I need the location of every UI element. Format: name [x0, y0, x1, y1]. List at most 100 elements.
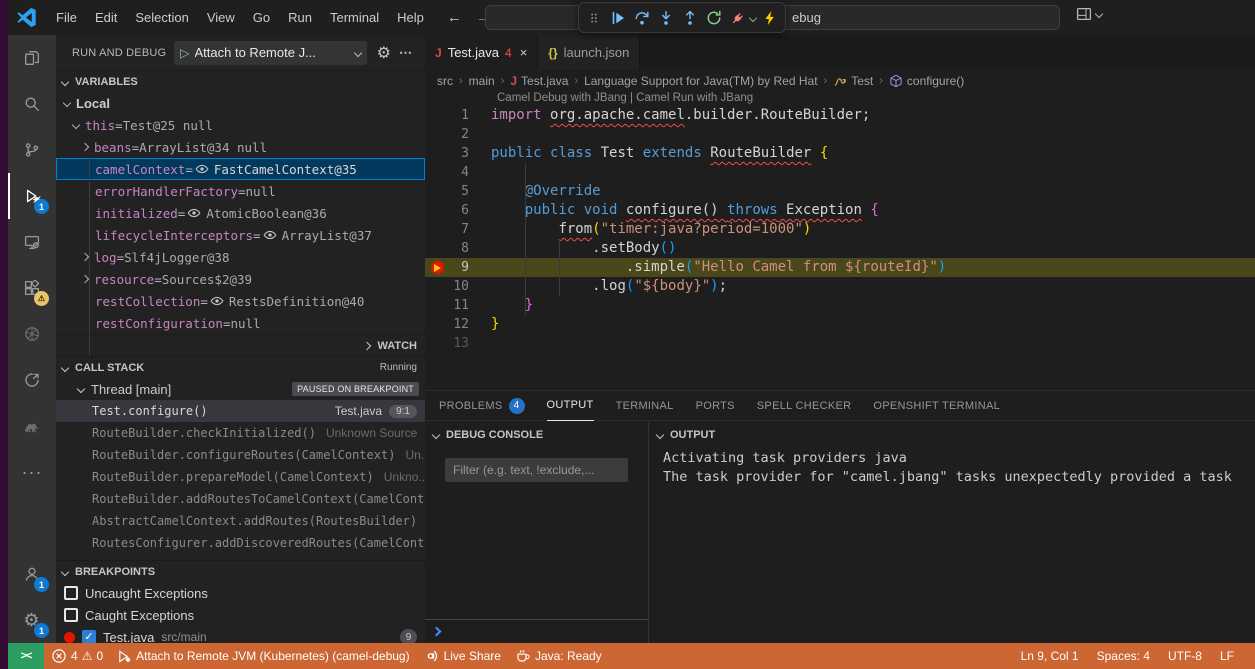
breakpoint-item[interactable]: ✓Test.javasrc/main9	[56, 626, 425, 643]
breakpoint-item[interactable]: Uncaught Exceptions	[56, 582, 425, 604]
code-line-12[interactable]: 12}	[425, 315, 1255, 334]
stack-frame[interactable]: RoutesConfigurer.addDiscoveredRoutes(Cam…	[56, 532, 425, 554]
output-header[interactable]: OUTPUT	[649, 422, 1255, 447]
customize-layout-button[interactable]	[1076, 6, 1102, 22]
variable-beans[interactable]: beans = ArrayList@34 null	[56, 136, 425, 158]
variable-initialized[interactable]: initialized = AtomicBoolean@36	[56, 202, 425, 224]
variable-log[interactable]: log = Slf4jLogger@38	[56, 246, 425, 268]
stack-frame[interactable]: Test.configure()Test.java9:1	[56, 400, 425, 422]
debug-configuration-status[interactable]: Attach to Remote JVM (Kubernetes) (camel…	[110, 643, 416, 669]
menu-terminal[interactable]: Terminal	[321, 10, 388, 25]
breadcrumb-src[interactable]: src	[437, 74, 453, 88]
variable-camelContext[interactable]: camelContext = FastCamelContext@35	[56, 158, 425, 180]
code-line-11[interactable]: 11 }	[425, 296, 1255, 315]
breakpoint-current-line-icon[interactable]	[431, 261, 444, 274]
panel-tab-spell-checker[interactable]: SPELL CHECKER	[757, 391, 852, 421]
panel-tab-output[interactable]: OUTPUT	[547, 391, 594, 421]
variable-restCollection[interactable]: restCollection = RestsDefinition@40	[56, 290, 425, 312]
panel-tab-problems[interactable]: PROBLEMS4	[439, 391, 525, 421]
code-line-2[interactable]: 2	[425, 125, 1255, 144]
activity-accounts[interactable]: 1	[8, 551, 56, 597]
menu-selection[interactable]: Selection	[126, 10, 197, 25]
hot-code-replace-button[interactable]	[759, 5, 781, 30]
start-debug-icon[interactable]: ▷	[180, 46, 189, 60]
status-encoding[interactable]: UTF-8	[1161, 643, 1209, 669]
variable-this[interactable]: this = Test@25 null	[56, 114, 425, 136]
variable-restConfiguration[interactable]: restConfiguration = null	[56, 312, 425, 334]
java-status[interactable]: Java: Ready	[508, 643, 609, 669]
panel-tab-terminal[interactable]: TERMINAL	[616, 391, 674, 421]
activity-settings[interactable]: ⚙1	[8, 597, 56, 643]
menu-file[interactable]: File	[47, 10, 86, 25]
activity-remote-explorer[interactable]	[8, 219, 56, 265]
variable-errorHandlerFactory[interactable]: errorHandlerFactory = null	[56, 180, 425, 202]
step-into-button[interactable]	[655, 5, 677, 30]
code-line-10[interactable]: 10 .log("${body}");	[425, 277, 1255, 296]
stack-frame[interactable]: RouteBuilder.configureRoutes(CamelContex…	[56, 444, 425, 466]
panel-tab-openshift-terminal[interactable]: OPENSHIFT TERMINAL	[873, 391, 1000, 421]
activity-kubernetes[interactable]	[8, 311, 56, 357]
codelens-command[interactable]: Camel Run with JBang	[636, 92, 753, 104]
stack-frame[interactable]: RouteBuilder.checkInitialized()Unknown S…	[56, 422, 425, 444]
watch-section-header[interactable]: WATCH	[56, 334, 425, 356]
remote-indicator[interactable]: ><	[8, 643, 44, 669]
code-line-9[interactable]: 9 .simple("Hello Camel from ${routeId}")	[425, 258, 1255, 277]
menu-run[interactable]: Run	[279, 10, 321, 25]
activity-explorer[interactable]	[8, 35, 56, 81]
breadcrumb-test[interactable]: Test	[833, 74, 873, 88]
activity-source-control[interactable]	[8, 127, 56, 173]
disconnect-dropdown[interactable]	[748, 15, 757, 21]
code-line-3[interactable]: 3public class Test extends RouteBuilder …	[425, 144, 1255, 163]
code-area[interactable]: 1import org.apache.camel.builder.RouteBu…	[425, 106, 1255, 353]
debug-console-header[interactable]: DEBUG CONSOLE	[425, 422, 648, 447]
breakpoint-checkbox[interactable]	[64, 608, 78, 622]
menu-view[interactable]: View	[198, 10, 244, 25]
lazy-eval-eye-icon[interactable]	[195, 162, 209, 176]
tab-test-java[interactable]: JTest.java4×	[425, 35, 538, 70]
problems-status[interactable]: 4 ⚠ 0	[44, 643, 110, 669]
restart-button[interactable]	[703, 5, 725, 30]
continue-button[interactable]	[607, 5, 629, 30]
activity-more[interactable]: ···	[8, 449, 56, 495]
lazy-eval-eye-icon[interactable]	[263, 228, 277, 242]
status-cursor-position[interactable]: Ln 9, Col 1	[1014, 643, 1086, 669]
activity-camel[interactable]	[8, 403, 56, 449]
activity-run-and-debug[interactable]: 1	[8, 173, 56, 219]
code-line-7[interactable]: 7 from("timer:java?period=1000")	[425, 220, 1255, 239]
breadcrumb-test-java[interactable]: JTest.java	[510, 74, 568, 88]
menu-help[interactable]: Help	[388, 10, 433, 25]
activity-live-share[interactable]	[8, 357, 56, 403]
menu-edit[interactable]: Edit	[86, 10, 126, 25]
variables-scope-local[interactable]: Local	[56, 92, 425, 114]
variable-lifecycleInterceptors[interactable]: lifecycleInterceptors = ArrayList@37	[56, 224, 425, 246]
configure-gear-icon[interactable]: ⚙	[377, 43, 391, 63]
stack-frame[interactable]: RouteBuilder.addRoutesToCamelContext(Cam…	[56, 488, 425, 510]
disconnect-button[interactable]	[727, 5, 749, 30]
lazy-eval-eye-icon[interactable]	[210, 294, 224, 308]
activity-search[interactable]	[8, 81, 56, 127]
stack-frame[interactable]: AbstractCamelContext.addRoutes(RoutesBui…	[56, 510, 425, 532]
code-line-8[interactable]: 8 .setBody()	[425, 239, 1255, 258]
menu-go[interactable]: Go	[244, 10, 279, 25]
codelens-command[interactable]: Camel Debug with JBang	[497, 92, 627, 104]
code-line-5[interactable]: 5 @Override	[425, 182, 1255, 201]
live-share-status[interactable]: Live Share	[417, 643, 508, 669]
step-over-button[interactable]	[631, 5, 653, 30]
close-icon[interactable]: ×	[520, 45, 528, 60]
code-line-13[interactable]: 13	[425, 334, 1255, 353]
debug-repl-input[interactable]	[425, 619, 648, 643]
variables-section-header[interactable]: VARIABLES	[56, 70, 425, 92]
breakpoint-checkbox[interactable]	[64, 586, 78, 600]
breadcrumb-main[interactable]: main	[469, 74, 495, 88]
tab-launch-json[interactable]: {}launch.json	[538, 35, 640, 70]
debug-console-filter-input[interactable]	[445, 458, 628, 482]
more-actions-button[interactable]: ⋯	[395, 45, 417, 61]
variable-resource[interactable]: resource = Sources$2@39	[56, 268, 425, 290]
go-back-button[interactable]: ←	[447, 9, 462, 26]
breadcrumb-language-support-for-java-tm-by-red-hat[interactable]: Language Support for Java(TM) by Red Hat	[584, 74, 817, 88]
lazy-eval-eye-icon[interactable]	[187, 206, 201, 220]
step-out-button[interactable]	[679, 5, 701, 30]
activity-extensions[interactable]: ⚠	[8, 265, 56, 311]
stack-frame[interactable]: RouteBuilder.prepareModel(CamelContext)U…	[56, 466, 425, 488]
code-line-4[interactable]: 4	[425, 163, 1255, 182]
